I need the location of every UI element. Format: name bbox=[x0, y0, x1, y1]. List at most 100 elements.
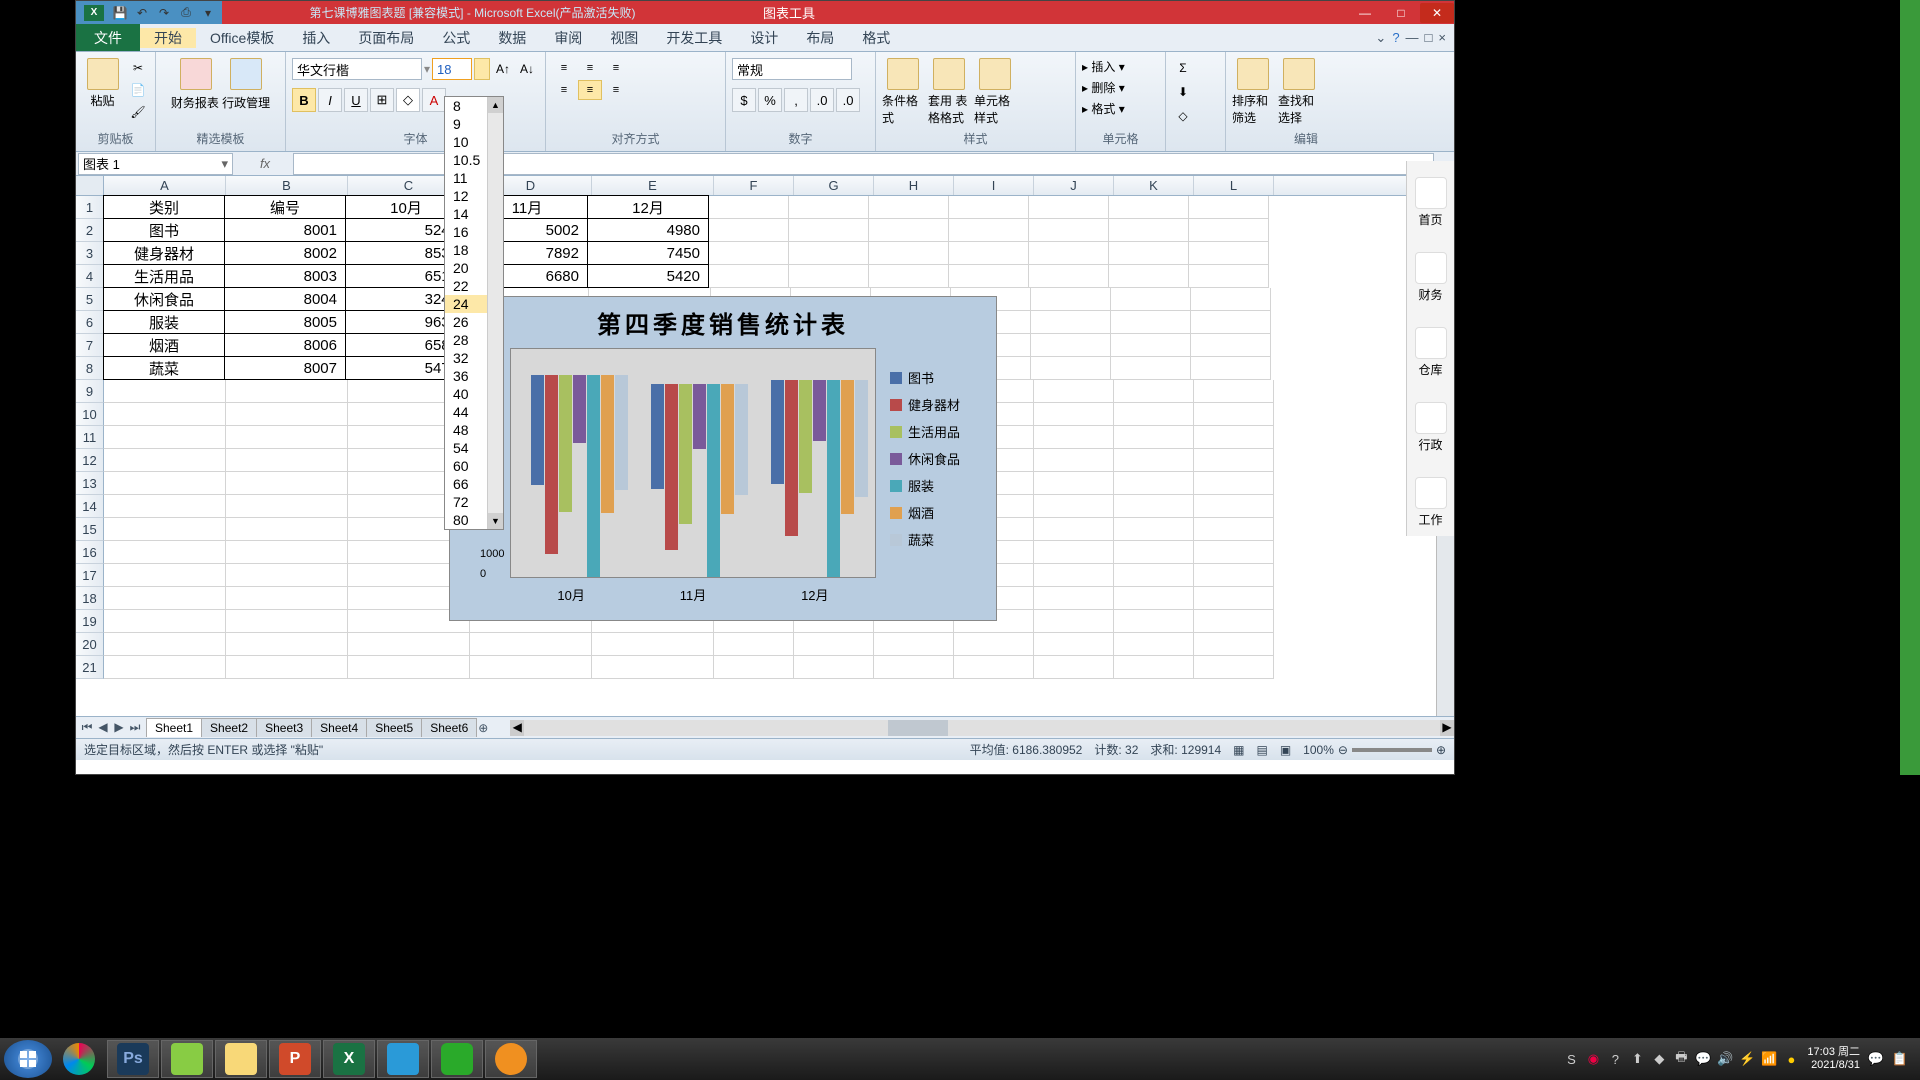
conditional-format-button[interactable]: 条件格式 bbox=[882, 58, 924, 126]
cell[interactable] bbox=[1194, 564, 1274, 587]
cell[interactable]: 8007 bbox=[224, 356, 346, 380]
row-header[interactable]: 4 bbox=[76, 265, 104, 288]
cell[interactable] bbox=[1194, 426, 1274, 449]
column-header[interactable]: H bbox=[874, 176, 954, 195]
column-header[interactable]: A bbox=[104, 176, 226, 195]
cell[interactable] bbox=[226, 587, 348, 610]
ribbon-tab[interactable]: 页面布局 bbox=[344, 28, 428, 48]
row-header[interactable]: 18 bbox=[76, 587, 104, 610]
cell[interactable] bbox=[1114, 610, 1194, 633]
cell[interactable] bbox=[1034, 518, 1114, 541]
redo-icon[interactable]: ↷ bbox=[154, 4, 174, 22]
save-icon[interactable]: 💾 bbox=[110, 4, 130, 22]
column-header[interactable]: L bbox=[1194, 176, 1274, 195]
ribbon-tab[interactable]: 设计 bbox=[736, 28, 792, 48]
sheet-tab[interactable]: Sheet2 bbox=[201, 718, 257, 737]
cell[interactable]: 5420 bbox=[587, 264, 709, 288]
cell[interactable] bbox=[1029, 265, 1109, 288]
cell[interactable] bbox=[470, 633, 592, 656]
font-name-select[interactable]: 华文行楷 bbox=[292, 58, 422, 80]
tab-next-icon[interactable]: ▶ bbox=[112, 720, 126, 735]
cell[interactable]: 图书 bbox=[103, 218, 225, 242]
column-header[interactable]: E bbox=[592, 176, 714, 195]
column-header[interactable]: B bbox=[226, 176, 348, 195]
find-select-button[interactable]: 查找和选择 bbox=[1278, 58, 1320, 126]
cell[interactable] bbox=[709, 265, 789, 288]
cell[interactable] bbox=[1114, 587, 1194, 610]
cell[interactable] bbox=[1114, 380, 1194, 403]
cell[interactable] bbox=[104, 403, 226, 426]
cell[interactable] bbox=[1114, 564, 1194, 587]
cell[interactable] bbox=[1109, 219, 1189, 242]
cell[interactable]: 4980 bbox=[587, 218, 709, 242]
cut-icon[interactable]: ✂ bbox=[127, 58, 149, 78]
insert-cells-button[interactable]: ▸ 插入 ▾ bbox=[1082, 58, 1125, 75]
cell[interactable] bbox=[1029, 242, 1109, 265]
sheet-tab[interactable]: Sheet5 bbox=[366, 718, 422, 737]
cell[interactable] bbox=[226, 610, 348, 633]
cell[interactable] bbox=[1114, 656, 1194, 679]
ribbon-tab[interactable]: 插入 bbox=[288, 28, 344, 48]
row-header[interactable]: 3 bbox=[76, 242, 104, 265]
cell[interactable] bbox=[1189, 265, 1269, 288]
ribbon-tab[interactable]: 开发工具 bbox=[652, 28, 736, 48]
tray-icon[interactable]: ? bbox=[1607, 1051, 1623, 1067]
increase-decimal-button[interactable]: .0 bbox=[810, 88, 834, 112]
cell[interactable] bbox=[1189, 219, 1269, 242]
tab-first-icon[interactable]: ⏮ bbox=[80, 720, 94, 735]
cell[interactable]: 8006 bbox=[224, 333, 346, 357]
cell[interactable] bbox=[1114, 472, 1194, 495]
view-pagebreak-icon[interactable]: ▣ bbox=[1280, 743, 1291, 757]
minimize-button[interactable]: — bbox=[1348, 3, 1382, 23]
underline-button[interactable]: U bbox=[344, 88, 368, 112]
column-header[interactable]: F bbox=[714, 176, 794, 195]
cell[interactable] bbox=[1111, 311, 1191, 334]
taskbar-clock[interactable]: 17:03 周二 2021/8/31 bbox=[1807, 1046, 1860, 1072]
cell[interactable] bbox=[1191, 334, 1271, 357]
taskbar-excel[interactable]: X bbox=[323, 1040, 375, 1078]
cell[interactable] bbox=[1111, 357, 1191, 380]
cell[interactable] bbox=[1114, 633, 1194, 656]
cell[interactable] bbox=[1034, 403, 1114, 426]
cell[interactable] bbox=[789, 196, 869, 219]
cell[interactable] bbox=[226, 633, 348, 656]
cell[interactable] bbox=[104, 472, 226, 495]
maximize-button[interactable]: □ bbox=[1384, 3, 1418, 23]
cell[interactable] bbox=[789, 265, 869, 288]
cell[interactable] bbox=[869, 196, 949, 219]
horizontal-scrollbar[interactable]: ◀ ▶ bbox=[510, 720, 1454, 736]
decrease-decimal-button[interactable]: .0 bbox=[836, 88, 860, 112]
spreadsheet-grid[interactable]: ABCDEFGHIJKL 1类别编号10月11月12月2图书8001524250… bbox=[76, 176, 1454, 716]
cell[interactable]: 类别 bbox=[103, 195, 225, 219]
copy-icon[interactable]: 📄 bbox=[127, 80, 149, 100]
zoom-level[interactable]: 100% bbox=[1303, 743, 1334, 757]
zoom-out-button[interactable]: ⊖ bbox=[1338, 743, 1348, 757]
cell[interactable] bbox=[104, 518, 226, 541]
cell[interactable] bbox=[104, 541, 226, 564]
column-header[interactable]: K bbox=[1114, 176, 1194, 195]
window-restore-icon[interactable]: □ bbox=[1425, 30, 1433, 46]
cell[interactable] bbox=[470, 656, 592, 679]
cell[interactable] bbox=[104, 587, 226, 610]
cell[interactable] bbox=[1114, 495, 1194, 518]
bold-button[interactable]: B bbox=[292, 88, 316, 112]
tab-last-icon[interactable]: ⏭ bbox=[128, 720, 142, 735]
scroll-down-icon[interactable]: ▼ bbox=[488, 513, 503, 529]
minimize-ribbon-icon[interactable]: ⌄ bbox=[1375, 30, 1386, 46]
ribbon-tab[interactable]: 审阅 bbox=[540, 28, 596, 48]
row-header[interactable]: 11 bbox=[76, 426, 104, 449]
tray-printer-icon[interactable]: 🖶 bbox=[1673, 1051, 1689, 1067]
cell[interactable] bbox=[1194, 380, 1274, 403]
tab-prev-icon[interactable]: ◀ bbox=[96, 720, 110, 735]
cell[interactable] bbox=[348, 656, 470, 679]
row-header[interactable]: 10 bbox=[76, 403, 104, 426]
row-header[interactable]: 2 bbox=[76, 219, 104, 242]
zoom-in-button[interactable]: ⊕ bbox=[1436, 743, 1446, 757]
cell[interactable] bbox=[1114, 449, 1194, 472]
italic-button[interactable]: I bbox=[318, 88, 342, 112]
ribbon-tab[interactable]: 公式 bbox=[428, 28, 484, 48]
fill-color-button[interactable]: ◇ bbox=[396, 88, 420, 112]
sheet-tab[interactable]: Sheet3 bbox=[256, 718, 312, 737]
font-size-dropdown-button[interactable] bbox=[474, 58, 490, 80]
taskbar-wechat[interactable] bbox=[431, 1040, 483, 1078]
